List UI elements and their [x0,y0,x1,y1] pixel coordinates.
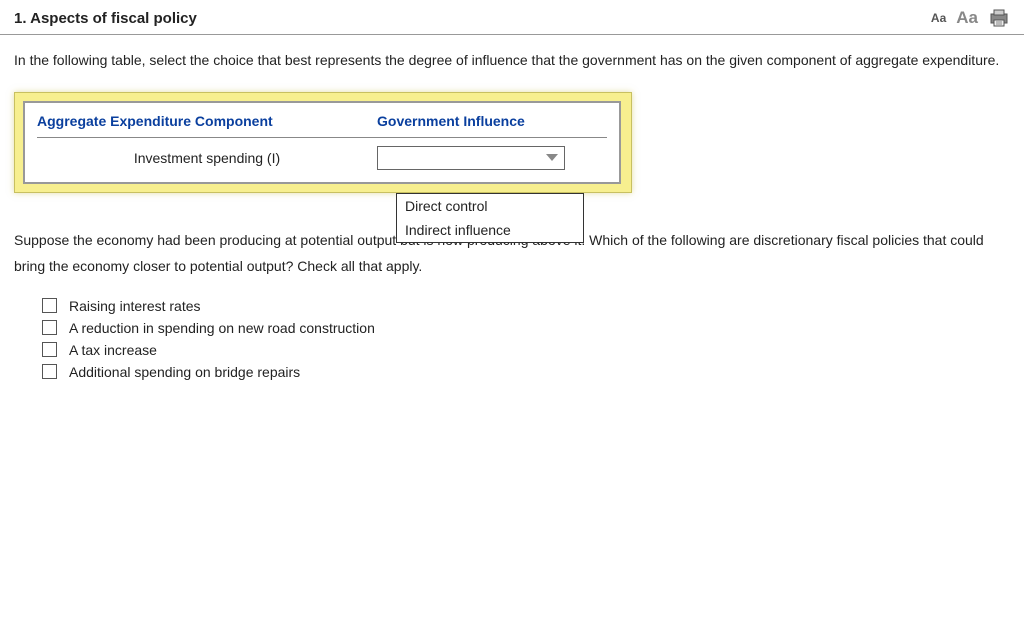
question-content: In the following table, select the choic… [0,35,1024,398]
checkbox-3[interactable] [42,364,57,379]
checkbox-label-2: A tax increase [69,342,157,358]
checkbox-2[interactable] [42,342,57,357]
checkbox-row-0: Raising interest rates [42,298,1010,314]
checkbox-1[interactable] [42,320,57,335]
checkbox-row-2: A tax increase [42,342,1010,358]
checkbox-row-1: A reduction in spending on new road cons… [42,320,1010,336]
checkbox-label-1: A reduction in spending on new road cons… [69,320,375,336]
font-size-small-button[interactable]: Aa [931,11,946,25]
dropdown-option-direct[interactable]: Direct control [397,194,583,218]
highlight-box: Aggregate Expenditure Component Governme… [14,92,632,193]
expenditure-table-wrap: Aggregate Expenditure Component Governme… [14,92,1010,193]
question-title: 1. Aspects of fiscal policy [14,10,197,27]
row-label: Investment spending (I) [37,150,377,166]
question-header: 1. Aspects of fiscal policy Aa Aa [0,0,1024,35]
dropdown-options-list: Direct control Indirect influence [396,193,584,243]
font-size-large-button[interactable]: Aa [956,8,978,28]
table-header-row: Aggregate Expenditure Component Governme… [25,103,619,137]
chevron-down-icon [546,154,558,161]
dropdown-cell [377,146,607,170]
expenditure-table: Aggregate Expenditure Component Governme… [23,101,621,184]
table-header-influence: Government Influence [377,113,607,129]
header-controls: Aa Aa [931,8,1010,28]
checkbox-list: Raising interest rates A reduction in sp… [14,298,1010,380]
checkbox-label-3: Additional spending on bridge repairs [69,364,300,380]
intro-text: In the following table, select the choic… [14,47,1010,74]
checkbox-label-0: Raising interest rates [69,298,201,314]
table-header-component: Aggregate Expenditure Component [37,113,377,129]
influence-dropdown[interactable] [377,146,565,170]
dropdown-option-indirect[interactable]: Indirect influence [397,218,583,242]
table-row: Investment spending (I) [25,138,619,182]
checkbox-row-3: Additional spending on bridge repairs [42,364,1010,380]
checkbox-0[interactable] [42,298,57,313]
print-icon[interactable] [988,8,1010,28]
